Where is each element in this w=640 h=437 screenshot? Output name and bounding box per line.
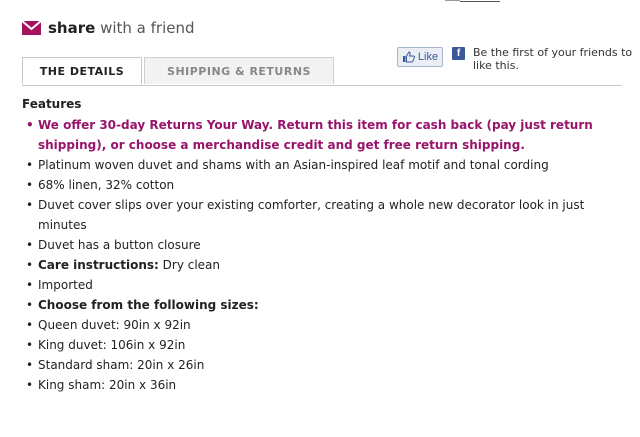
size-item: King sham: 20in x 36in xyxy=(22,375,622,395)
list-item: Platinum woven duvet and shams with an A… xyxy=(22,155,622,175)
facebook-friends-text: Be the first of your friends to like thi… xyxy=(473,46,633,72)
tab-the-details[interactable]: THE DETAILS xyxy=(22,57,142,85)
like-label: Like xyxy=(417,51,439,63)
top-link-underline[interactable] xyxy=(460,1,500,2)
size-item: Queen duvet: 90in x 92in xyxy=(22,315,622,335)
list-item: Imported xyxy=(22,275,622,295)
size-item: Standard sham: 20in x 26in xyxy=(22,355,622,375)
features-heading: Features xyxy=(22,97,82,111)
tab-shipping-returns[interactable]: SHIPPING & RETURNS xyxy=(144,57,334,84)
facebook-like-button[interactable]: Like xyxy=(397,47,443,67)
sizes-heading-item: Choose from the following sizes: xyxy=(22,295,622,315)
share-with-friend-link[interactable]: share with a friend xyxy=(22,17,195,39)
returns-promo-item: We offer 30-day Returns Your Way. Return… xyxy=(22,115,622,155)
care-instructions-item: Care instructions: Dry clean xyxy=(22,255,622,275)
top-divider xyxy=(445,0,460,1)
list-item: Duvet cover slips over your existing com… xyxy=(22,195,622,235)
size-item: King duvet: 106in x 92in xyxy=(22,335,622,355)
thumbs-up-icon xyxy=(402,51,415,63)
envelope-icon xyxy=(22,21,41,35)
list-item: 68% linen, 32% cotton xyxy=(22,175,622,195)
features-list: We offer 30-day Returns Your Way. Return… xyxy=(22,115,622,395)
share-label: share with a friend xyxy=(48,19,195,37)
facebook-icon: f xyxy=(452,47,465,60)
list-item: Duvet has a button closure xyxy=(22,235,622,255)
features-section: Features We offer 30-day Returns Your Wa… xyxy=(22,96,622,395)
